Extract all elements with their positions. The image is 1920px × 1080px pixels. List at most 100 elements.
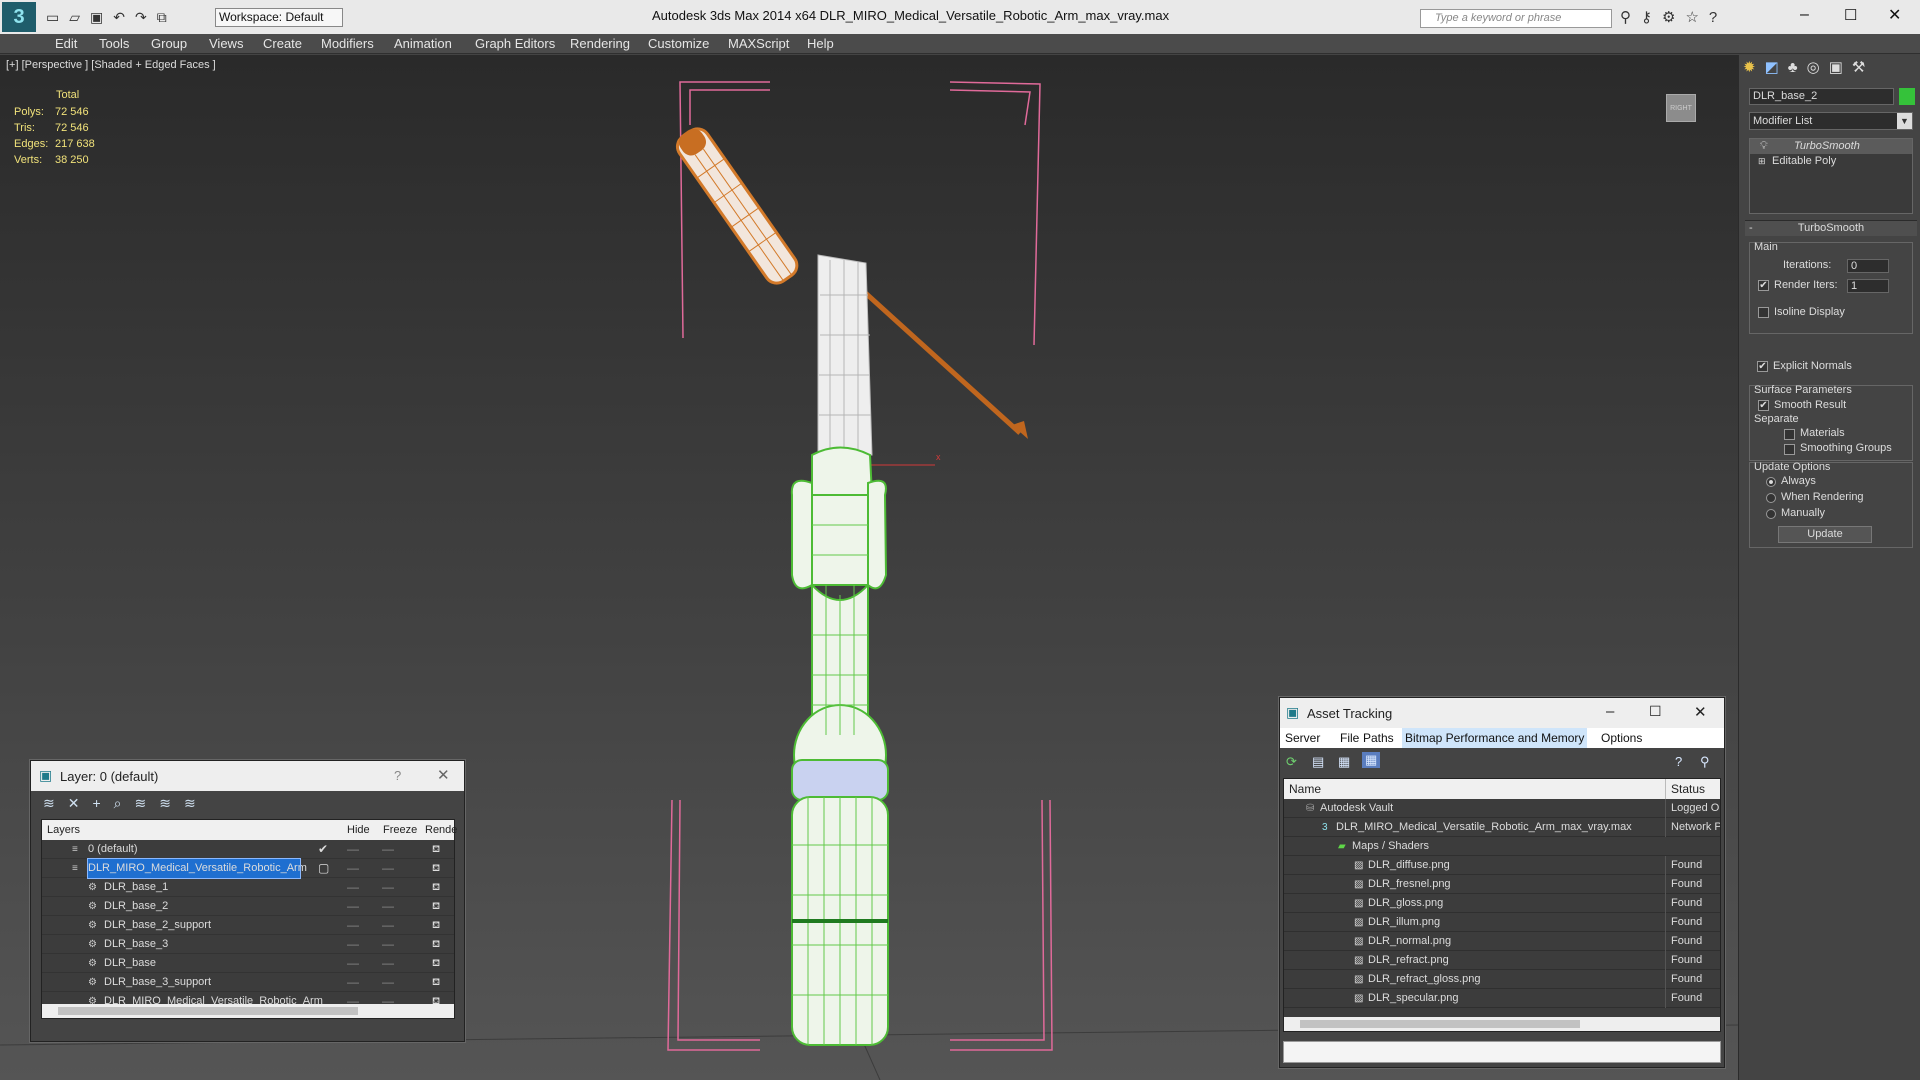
isoline-display-checkbox[interactable] [1758, 307, 1769, 318]
list-view-icon[interactable]: ▤ [1312, 754, 1324, 770]
add-to-layer-icon[interactable]: + [92, 795, 113, 811]
asset-row[interactable]: ▰ Maps / Shaders [1284, 837, 1720, 856]
new-file-icon[interactable]: ▭ [46, 9, 69, 25]
menu-views[interactable]: Views [209, 36, 243, 51]
close-button[interactable]: ✕ [1888, 5, 1901, 25]
app-logo-icon[interactable]: 3 [2, 2, 36, 32]
hide-toggle[interactable]: — [347, 840, 359, 859]
asset-menu-options[interactable]: Options [1601, 728, 1642, 748]
render-teapot-icon[interactable]: ⛾ [432, 859, 440, 878]
freeze-toggle[interactable]: — [382, 954, 394, 973]
menu-rendering[interactable]: Rendering [570, 36, 630, 51]
col-freeze[interactable]: Freeze [383, 820, 417, 840]
asset-menu-server[interactable]: Server [1285, 728, 1320, 748]
freeze-toggle[interactable]: — [382, 916, 394, 935]
create-layer-icon[interactable]: ≋ [43, 795, 68, 811]
asset-row[interactable]: ▨ DLR_gloss.png Found [1284, 894, 1720, 913]
asset-row[interactable]: 3 DLR_MIRO_Medical_Versatile_Robotic_Arm_… [1284, 818, 1720, 837]
asset-close-button[interactable]: ✕ [1694, 703, 1707, 721]
redo-icon[interactable]: ↷ [135, 9, 157, 25]
asset-row[interactable]: ▨ DLR_refract.png Found [1284, 951, 1720, 970]
smooth-result-checkbox[interactable]: ✔ [1758, 400, 1769, 411]
save-file-icon[interactable]: ▣ [90, 9, 113, 25]
stack-item-turbosmooth[interactable]: 💡︎ TurboSmooth [1750, 139, 1912, 154]
expand-icon[interactable]: ⊞ [1758, 154, 1766, 169]
hide-all-icon[interactable]: ≋ [159, 795, 184, 811]
layer-window-titlebar[interactable]: ▣ Layer: 0 (default) ? ✕ [31, 761, 464, 791]
hide-toggle[interactable]: — [347, 916, 359, 935]
collapse-icon[interactable]: - [1749, 221, 1753, 236]
delete-layer-icon[interactable]: ✕ [68, 795, 93, 811]
menu-customize[interactable]: Customize [648, 36, 709, 51]
modifier-list-dropdown[interactable]: Modifier List ▼ [1749, 112, 1913, 130]
search-input[interactable]: Type a keyword or phrase [1420, 9, 1612, 28]
render-teapot-icon[interactable]: ⛾ [432, 878, 440, 897]
asset-path-field[interactable] [1283, 1041, 1721, 1063]
menu-maxscript[interactable]: MAXScript [728, 36, 789, 51]
refresh-icon[interactable]: ⟳ [1286, 754, 1297, 770]
freeze-toggle[interactable]: — [382, 973, 394, 992]
freeze-toggle[interactable]: — [382, 935, 394, 954]
object-name-field[interactable]: DLR_base_2 [1749, 88, 1894, 105]
asset-menu-bitmap[interactable]: Bitmap Performance and Memory [1402, 728, 1588, 748]
layer-row[interactable]: ≡ DLR_MIRO_Medical_Versatile_Robotic_Arm ▢… [42, 858, 454, 879]
asset-row[interactable]: ▨ DLR_refract_gloss.png Found [1284, 970, 1720, 989]
highlight-layer-icon[interactable]: ≋ [135, 795, 160, 811]
asset-row[interactable]: ▨ DLR_specular.png Found [1284, 989, 1720, 1008]
modify-tab-icon[interactable]: ◩ [1765, 59, 1788, 76]
asset-help-icon[interactable]: ? [1675, 754, 1682, 769]
motion-tab-icon[interactable]: ◎ [1807, 59, 1829, 76]
asset-pin-icon[interactable]: ⚲ [1700, 754, 1710, 770]
layer-row[interactable]: ⚙ DLR_base_1 — — ⛾ [42, 878, 454, 897]
when-rendering-radio[interactable] [1766, 493, 1776, 503]
workspace-dropdown[interactable]: Workspace: Default [215, 8, 343, 27]
create-tab-icon[interactable]: ✹ [1743, 59, 1765, 76]
asset-hscroll-thumb[interactable] [1300, 1020, 1580, 1028]
iterations-spinner[interactable]: 0 [1847, 259, 1889, 273]
smoothing-groups-checkbox[interactable] [1784, 444, 1795, 455]
lightbulb-icon[interactable]: 💡︎ [1760, 139, 1768, 154]
col-hide[interactable]: Hide [347, 820, 370, 840]
hierarchy-tab-icon[interactable]: ♣ [1788, 59, 1807, 76]
render-teapot-icon[interactable]: ⛾ [432, 935, 440, 954]
freeze-all-icon[interactable]: ≋ [184, 795, 209, 811]
asset-menu-file[interactable]: File [1340, 728, 1359, 748]
freeze-toggle[interactable]: — [382, 878, 394, 897]
update-button[interactable]: Update [1778, 526, 1872, 543]
asset-row[interactable]: ▨ DLR_normal.png Found [1284, 932, 1720, 951]
object-color-swatch[interactable] [1899, 88, 1915, 105]
select-objects-icon[interactable]: ⌕ [114, 795, 135, 811]
materials-checkbox[interactable] [1784, 429, 1795, 440]
menu-help[interactable]: Help [807, 36, 834, 51]
hide-toggle[interactable]: — [347, 878, 359, 897]
undo-icon[interactable]: ↶ [113, 9, 135, 25]
render-teapot-icon[interactable]: ⛾ [432, 973, 440, 992]
menu-animation[interactable]: Animation [394, 36, 452, 51]
rollout-header[interactable]: - TurboSmooth [1745, 221, 1917, 236]
always-radio[interactable] [1766, 477, 1776, 487]
asset-window-titlebar[interactable]: ▣ Asset Tracking – ☐ ✕ [1280, 698, 1724, 728]
asset-hscrollbar[interactable] [1284, 1017, 1720, 1031]
menu-group[interactable]: Group [151, 36, 187, 51]
menu-graph-editors[interactable]: Graph Editors [475, 36, 555, 51]
hide-toggle[interactable]: — [347, 897, 359, 916]
render-teapot-icon[interactable]: ⛾ [432, 897, 440, 916]
help-icon[interactable]: ? [1709, 9, 1727, 26]
layer-row[interactable]: ⚙ DLR_base_3 — — ⛾ [42, 935, 454, 954]
menu-edit[interactable]: Edit [55, 36, 77, 51]
hide-toggle[interactable]: — [347, 935, 359, 954]
layer-hscrollbar[interactable] [42, 1004, 454, 1018]
binoculars-icon[interactable]: ⚲ [1620, 9, 1641, 26]
asset-row[interactable]: ▨ DLR_diffuse.png Found [1284, 856, 1720, 875]
key-icon[interactable]: ⚷ [1641, 9, 1662, 26]
exchange-icon[interactable]: ⚙ [1662, 9, 1685, 26]
explicit-normals-checkbox[interactable]: ✔ [1757, 361, 1768, 372]
layer-row[interactable]: ⚙ DLR_base_2 — — ⛾ [42, 897, 454, 916]
current-layer-marker[interactable]: ✔ [318, 840, 328, 859]
layer-help-button[interactable]: ? [394, 768, 401, 783]
layer-hscroll-thumb[interactable] [58, 1007, 358, 1015]
render-teapot-icon[interactable]: ⛾ [432, 954, 440, 973]
layer-row[interactable]: ⚙ DLR_base_3_support — — ⛾ [42, 973, 454, 992]
layer-close-button[interactable]: ✕ [437, 766, 450, 784]
hide-toggle[interactable]: — [347, 859, 359, 878]
